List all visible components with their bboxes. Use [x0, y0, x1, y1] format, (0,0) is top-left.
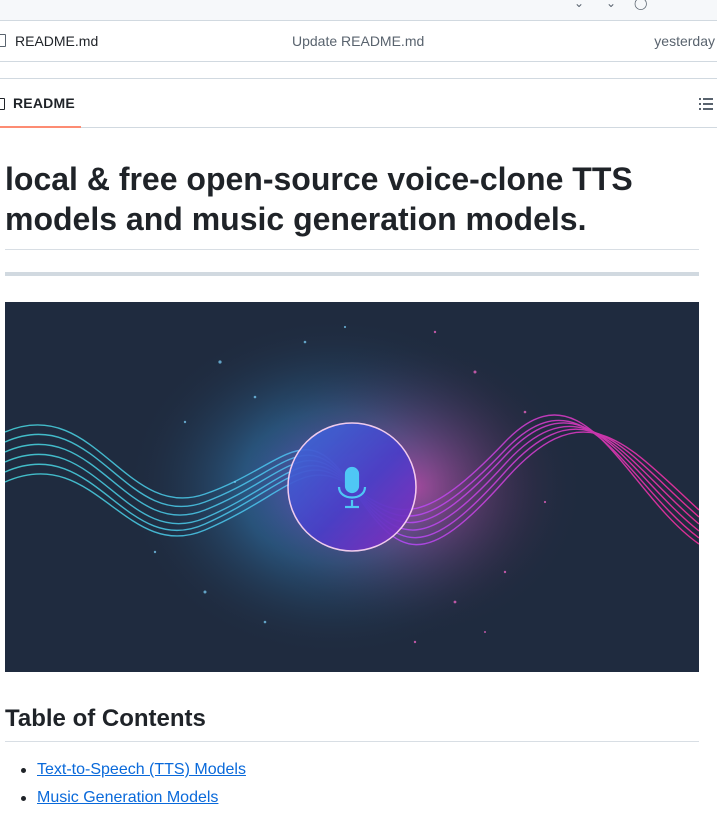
- file-name-link[interactable]: README.md: [15, 33, 98, 49]
- bullet: [21, 796, 26, 801]
- file-icon: [0, 34, 6, 47]
- commit-time: yesterday: [654, 33, 715, 49]
- readme-tab-bar: README: [0, 78, 717, 128]
- toc-link-tts[interactable]: Text-to-Speech (TTS) Models: [37, 761, 246, 778]
- banner-image: [5, 302, 699, 672]
- toolbar-icon[interactable]: ⌄: [606, 0, 616, 10]
- active-tab-indicator: [0, 126, 81, 128]
- top-toolbar-strip: ⌄ ⌄ ◯: [0, 0, 717, 21]
- toc-list: Text-to-Speech (TTS) Models Music Genera…: [21, 758, 246, 814]
- page-title: local & free open-source voice-clone TTS…: [5, 161, 633, 237]
- list-item: Text-to-Speech (TTS) Models: [21, 758, 246, 786]
- heading-divider: [5, 741, 699, 742]
- list-unordered-icon[interactable]: [699, 96, 713, 110]
- toc-link-music[interactable]: Music Generation Models: [37, 789, 218, 806]
- horizontal-rule: [5, 272, 699, 276]
- toolbar-icon[interactable]: ⌄: [574, 0, 584, 10]
- list-item: Music Generation Models: [21, 786, 246, 814]
- heading-divider: [5, 249, 699, 250]
- book-icon: [0, 98, 5, 110]
- toolbar-icon[interactable]: ◯: [634, 0, 647, 10]
- file-row[interactable]: README.md Update README.md yesterday: [0, 21, 717, 62]
- bullet: [21, 768, 26, 773]
- tab-readme[interactable]: README: [13, 95, 75, 111]
- toc-heading: Table of Contents: [5, 705, 206, 732]
- commit-message-link[interactable]: Update README.md: [292, 33, 424, 49]
